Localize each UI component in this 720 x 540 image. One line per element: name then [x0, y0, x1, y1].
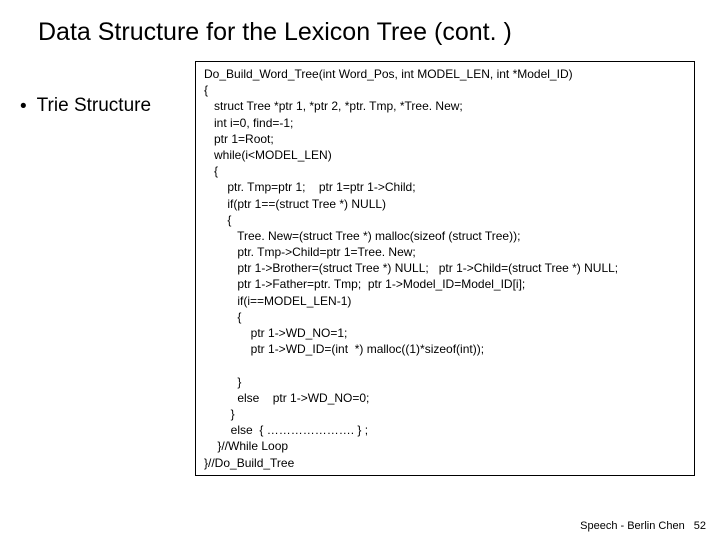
bullet-column: • Trie Structure	[0, 61, 195, 476]
code-box: Do_Build_Word_Tree(int Word_Pos, int MOD…	[195, 61, 695, 476]
slide-title: Data Structure for the Lexicon Tree (con…	[0, 0, 720, 47]
footer-page-number: 52	[694, 520, 706, 532]
bullet-text: Trie Structure	[37, 95, 151, 117]
bullet-item: • Trie Structure	[20, 95, 195, 117]
footer: Speech - Berlin Chen 52	[580, 520, 706, 532]
content-area: • Trie Structure Do_Build_Word_Tree(int …	[0, 47, 720, 476]
footer-author: Speech - Berlin Chen	[580, 520, 685, 532]
bullet-dot-icon: •	[20, 95, 27, 116]
